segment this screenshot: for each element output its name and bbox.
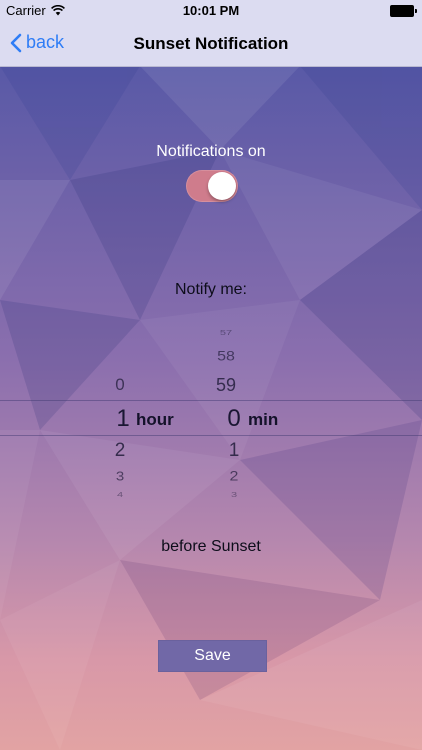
status-bar: Carrier 10:01 PM [0, 0, 422, 22]
hour-option[interactable]: 0 [100, 375, 140, 395]
battery-icon [390, 5, 417, 17]
hour-option[interactable]: 2 [100, 440, 140, 462]
minute-unit-label: min [248, 410, 279, 429]
page-title: Sunset Notification [133, 34, 289, 53]
notifications-label: Notifications on [156, 143, 266, 160]
picker-selection-top-line [0, 400, 422, 401]
app-screen: Carrier 10:01 PM back Sunset Notificatio… [0, 0, 422, 750]
minute-option[interactable]: 58 [206, 349, 246, 364]
notify-me-label: Notify me: [174, 281, 247, 298]
time-picker[interactable]: 0 1 hour 2 3 4 57 58 59 0 min 1 2 3 [0, 315, 422, 515]
minute-option[interactable]: 2 [214, 469, 254, 484]
toggle-knob [208, 172, 236, 200]
minute-option[interactable]: 57 [206, 329, 246, 337]
minute-option[interactable]: 3 [214, 491, 254, 499]
minute-option[interactable]: 1 [214, 440, 254, 462]
hour-option[interactable]: 4 [100, 491, 140, 499]
save-button[interactable]: Save [158, 640, 267, 672]
picker-selection-bottom-line [0, 435, 422, 436]
minute-option[interactable]: 59 [206, 375, 246, 396]
notifications-toggle[interactable] [186, 170, 238, 202]
status-time: 10:01 PM [182, 3, 240, 18]
before-sunset-label: before Sunset [161, 538, 261, 555]
navigation-bar: back Sunset Notification [0, 22, 422, 67]
hour-option[interactable]: 3 [100, 469, 140, 483]
hour-unit-label: hour [136, 410, 174, 429]
